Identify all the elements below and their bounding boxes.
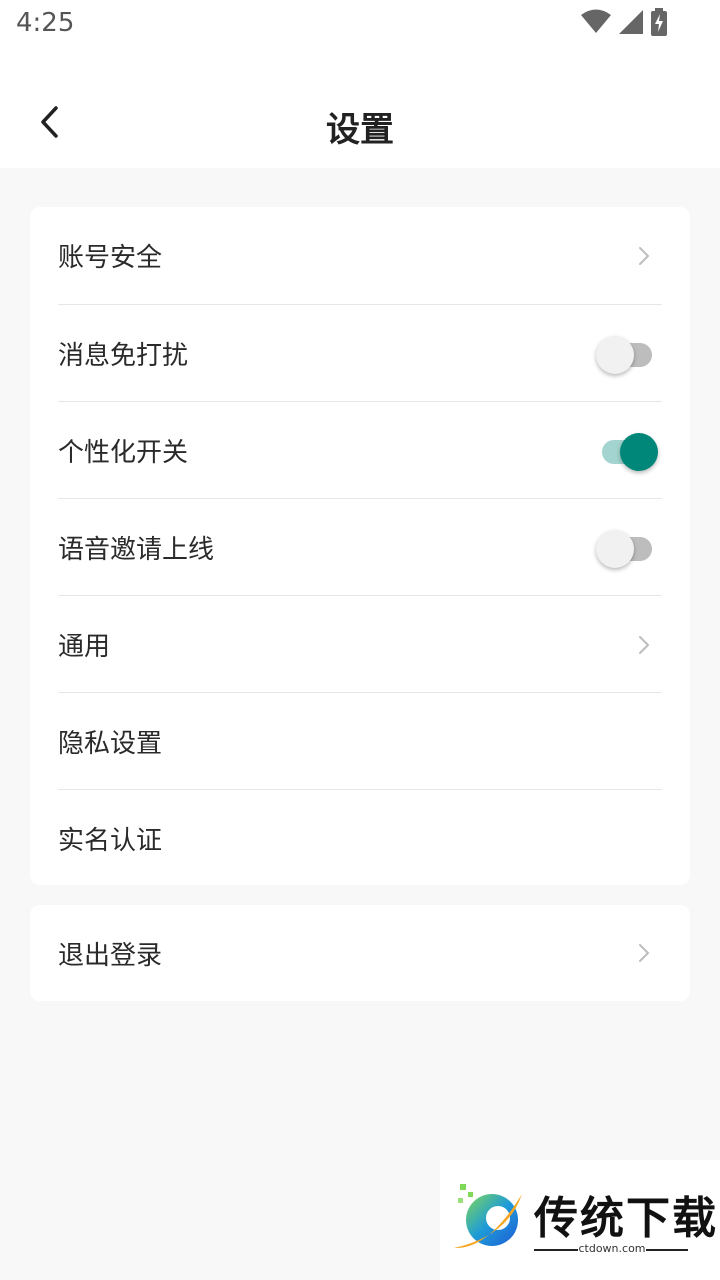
logout-card: 退出登录 [30, 905, 690, 1001]
settings-item-voice-invite[interactable]: 语音邀请上线 [58, 499, 662, 596]
chevron-right-icon [634, 633, 654, 657]
watermark: 传统下载 ctdown.com [440, 1160, 720, 1280]
watermark-line [534, 1249, 578, 1251]
watermark-line [646, 1249, 688, 1251]
settings-item-do-not-disturb[interactable]: 消息免打扰 [58, 305, 662, 402]
voice-invite-toggle[interactable] [596, 528, 658, 568]
settings-item-label: 个性化开关 [58, 438, 189, 468]
settings-item-label: 实名认证 [58, 826, 163, 856]
watermark-subtitle: ctdown.com [578, 1242, 646, 1255]
watermark-title: 传统下载 [534, 1193, 718, 1244]
logout-label: 退出登录 [58, 940, 163, 971]
status-bar: 4:25 [0, 0, 720, 50]
signal-icon [618, 9, 644, 39]
settings-item-privacy[interactable]: 隐私设置 [58, 693, 662, 790]
status-icons [580, 8, 668, 40]
settings-item-label: 隐私设置 [58, 729, 163, 759]
personalization-toggle[interactable] [596, 431, 658, 471]
toggle-knob [620, 432, 658, 471]
chevron-right-icon [634, 941, 654, 965]
status-time: 4:25 [16, 8, 75, 38]
settings-card: 账号安全 消息免打扰 个性化开关 语音邀请上线 通用 隐私设置 实名认证 [30, 207, 690, 885]
logout-button[interactable]: 退出登录 [58, 905, 662, 1001]
settings-item-account-security[interactable]: 账号安全 [58, 207, 662, 304]
toggle-knob [596, 529, 634, 568]
battery-charging-icon [650, 8, 668, 40]
app-header: 设置 [0, 50, 720, 168]
watermark-logo-icon [448, 1180, 528, 1260]
settings-item-label: 通用 [58, 632, 111, 662]
toggle-knob [596, 335, 634, 374]
wifi-icon [580, 9, 612, 39]
page-title: 设置 [326, 110, 394, 150]
settings-item-label: 消息免打扰 [58, 341, 189, 371]
do-not-disturb-toggle[interactable] [596, 334, 658, 374]
settings-item-real-name[interactable]: 实名认证 [58, 790, 662, 887]
settings-item-personalization[interactable]: 个性化开关 [58, 402, 662, 499]
settings-item-general[interactable]: 通用 [58, 596, 662, 693]
chevron-right-icon [634, 244, 654, 268]
settings-item-label: 语音邀请上线 [58, 535, 215, 565]
settings-item-label: 账号安全 [58, 243, 163, 273]
